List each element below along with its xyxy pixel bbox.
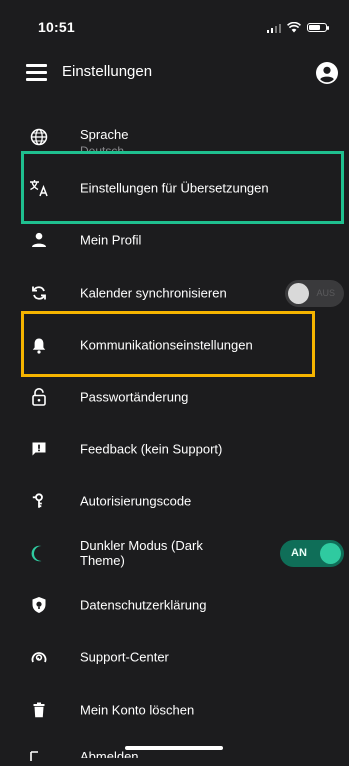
menu-item-label: Passwortänderung [80,389,189,405]
wifi-icon [287,22,301,33]
menu-item-label: Feedback (kein Support) [80,441,223,457]
battery-icon [307,23,329,32]
toggle-knob [288,283,309,304]
support-icon [28,646,50,668]
highlight-box-green [21,151,344,224]
menu-icon[interactable] [26,64,47,81]
globe-icon [28,126,50,148]
menu-item-label: Support-Center [80,649,169,665]
menu-item-feedback[interactable]: Feedback (kein Support) [0,429,349,469]
logout-icon [30,748,46,766]
account-icon[interactable] [316,62,338,84]
menu-item-label: Mein Profil [80,232,142,248]
menu-item-label: Autorisierungscode [80,493,192,509]
sync-icon [28,282,50,304]
status-time: 10:51 [38,19,75,35]
menu-item-label: Kalender synchronisieren [80,285,227,301]
menu-item-label: Datenschutzerklärung [80,597,207,613]
status-bar: 10:51 [0,0,349,44]
calendar-sync-toggle[interactable]: AUS [285,280,344,307]
person-icon [28,229,50,251]
menu-item-label: Dunkler Modus (Dark Theme) [80,538,203,568]
page-title: Einstellungen [62,63,153,80]
trash-icon [28,699,50,721]
dark-mode-toggle[interactable]: AN [280,540,344,567]
key-icon [28,490,50,512]
menu-item-label: Sprache Deutsch [80,127,128,152]
menu-item-profile[interactable]: Mein Profil [0,220,349,260]
status-icons [267,22,329,33]
menu-item-password[interactable]: Passwortänderung [0,377,349,417]
feedback-icon [28,438,50,460]
shield-icon [28,594,50,616]
menu-item-label: Mein Konto löschen [80,702,195,718]
toggle-knob [320,543,341,564]
signal-icon [267,23,281,33]
toggle-state-label: AUS [316,288,335,298]
menu-item-privacy[interactable]: Datenschutzerklärung [0,585,349,625]
language-label: Sprache [80,127,129,142]
highlight-box-yellow [21,311,315,377]
app-bar: Einstellungen [0,48,349,98]
lock-open-icon [28,386,50,408]
menu-item-auth-code[interactable]: Autorisierungscode [0,481,349,521]
toggle-state-label: AN [291,547,307,559]
moon-icon [28,542,50,564]
menu-item-delete-account[interactable]: Mein Konto löschen [0,690,349,730]
menu-item-support[interactable]: Support-Center [0,637,349,677]
home-indicator[interactable] [125,746,223,750]
